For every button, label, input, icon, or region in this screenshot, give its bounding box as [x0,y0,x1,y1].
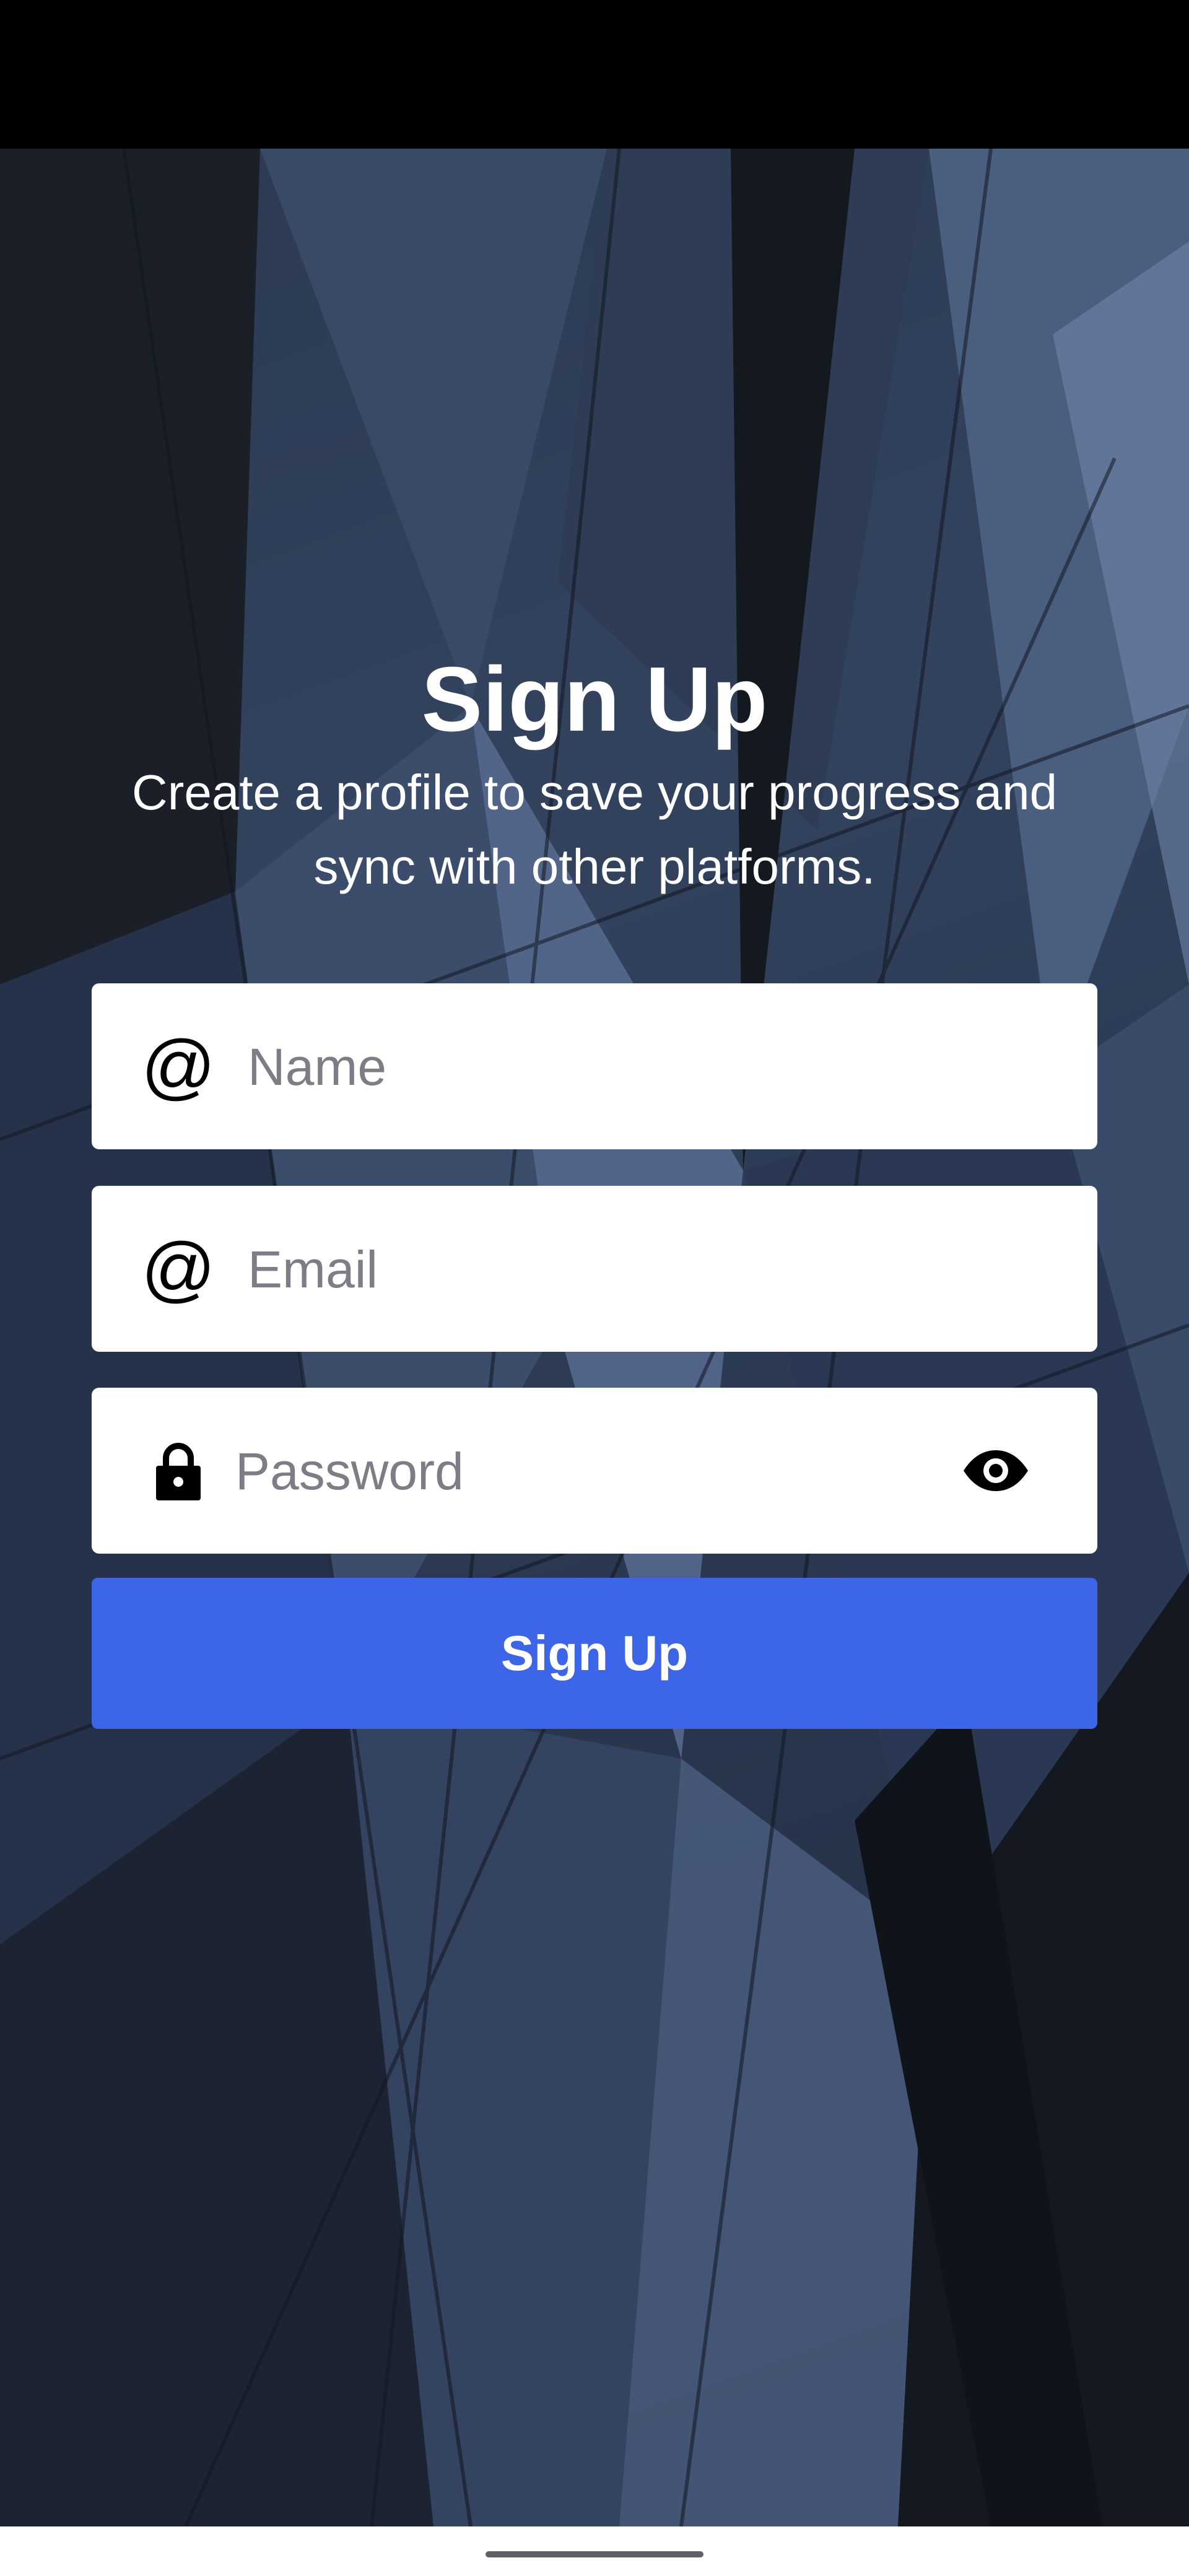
at-icon: @ [141,1228,216,1310]
navigation-bar [0,2526,1189,2576]
email-input[interactable] [246,1213,1004,1326]
status-bar [0,0,1189,149]
name-input[interactable] [246,1011,1004,1123]
email-field[interactable]: @ [92,1186,1097,1352]
sign-up-button[interactable]: Sign Up [92,1578,1097,1729]
eye-icon[interactable] [946,1434,1045,1508]
signup-screen: Sign Up Create a profile to save your pr… [0,149,1189,2526]
at-icon: @ [141,1025,216,1107]
lock-icon [141,1434,216,1508]
page-title: Sign Up [421,648,768,751]
password-field[interactable] [92,1388,1097,1554]
password-input[interactable] [234,1415,992,1528]
page-subtitle: Create a profile to save your progress a… [131,765,1058,894]
name-field[interactable]: @ [92,983,1097,1149]
home-handle[interactable] [486,2551,703,2557]
